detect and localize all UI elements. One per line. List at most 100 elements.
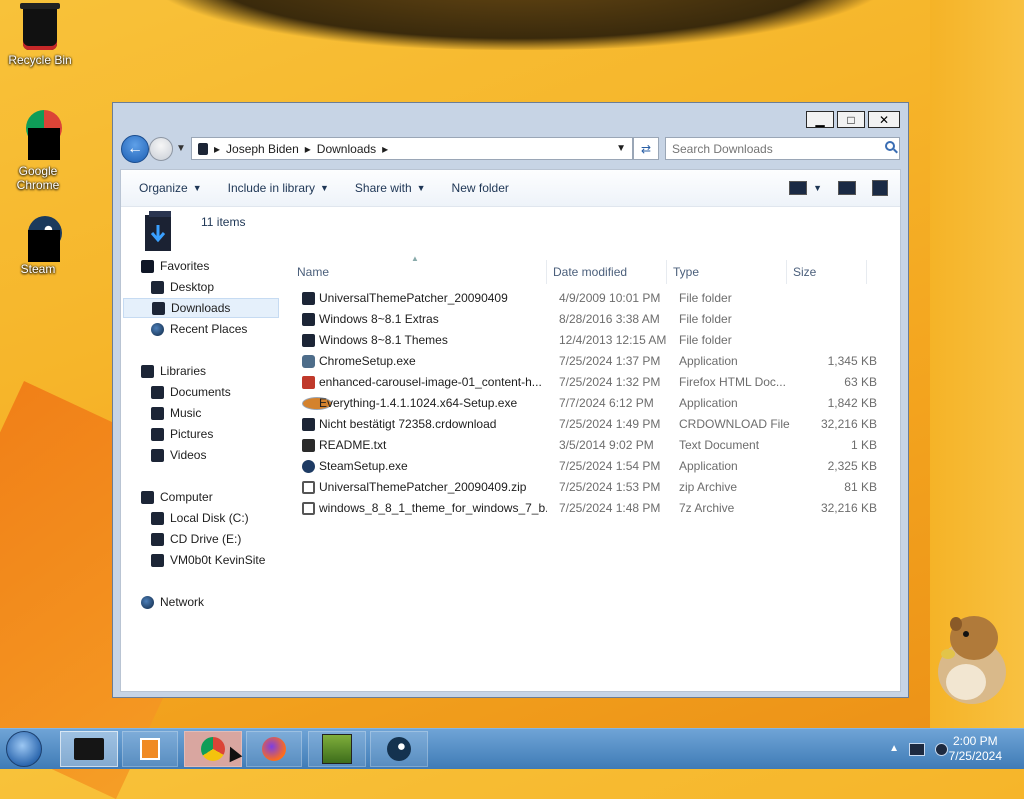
file-date: 7/25/2024 1:49 PM (559, 417, 661, 431)
desktop-icon-steam[interactable]: Steam (0, 214, 76, 276)
file-name: UniversalThemePatcher_20090409.zip (319, 480, 527, 494)
show-hidden-icons-icon[interactable]: ▲ (889, 743, 899, 756)
nav-label: Pictures (170, 427, 214, 441)
minimize-button[interactable]: ▁ (806, 111, 834, 128)
folder-icon (302, 334, 315, 347)
downloads-icon (152, 301, 165, 315)
wallpaper-dark-arc (150, 0, 890, 50)
column-header-size[interactable]: Size (787, 260, 867, 284)
nav-downloads[interactable]: Downloads (123, 298, 279, 318)
file-row[interactable]: Windows 8~8.1 Extras 8/28/2016 3:38 AM F… (291, 309, 891, 330)
refresh-button[interactable]: ⇄ (633, 137, 659, 160)
search-input[interactable] (665, 137, 900, 160)
details-header: 11 items (121, 207, 900, 257)
file-size: 1,842 KB (827, 396, 877, 410)
desktop-icon-label: Google Chrome (16, 164, 60, 192)
include-in-library-menu[interactable]: Include in library ▼ (228, 181, 329, 195)
organize-menu[interactable]: Organize ▼ (139, 181, 202, 195)
nav-libraries[interactable]: Libraries (141, 361, 206, 381)
desktop-icon-recycle-bin[interactable]: Recycle Bin (2, 3, 78, 67)
file-row[interactable]: README.txt 3/5/2014 9:02 PM Text Documen… (291, 435, 891, 456)
new-folder-button[interactable]: New folder (452, 181, 509, 195)
column-header-name[interactable]: Name (291, 260, 547, 284)
file-row[interactable]: windows_8_8_1_theme_for_windows_7_b... 7… (291, 498, 891, 519)
zip-icon (302, 481, 315, 494)
address-dropdown-icon[interactable]: ▼ (616, 143, 626, 154)
nav-network[interactable]: Network (141, 592, 204, 612)
box-game-icon (322, 734, 352, 764)
file-date: 4/9/2009 10:01 PM (559, 291, 661, 305)
start-button[interactable] (6, 731, 42, 767)
nav-desktop[interactable]: Desktop (151, 277, 214, 297)
desktop-icon-google-chrome[interactable]: Google Chrome (0, 110, 76, 192)
nav-favorites[interactable]: Favorites (141, 256, 209, 276)
steam-icon (387, 737, 411, 761)
folder-icon (198, 142, 208, 155)
nav-videos[interactable]: Videos (151, 445, 206, 465)
cd-drive-icon (151, 532, 164, 546)
file-date: 7/25/2024 1:37 PM (559, 354, 661, 368)
search-icon[interactable] (885, 141, 895, 151)
nav-pictures[interactable]: Pictures (151, 424, 213, 444)
address-field[interactable]: ▸ Joseph Biden ▸ Downloads ▸ ▼ (191, 137, 633, 160)
nav-music[interactable]: Music (151, 403, 201, 423)
share-with-menu[interactable]: Share with ▼ (355, 181, 426, 195)
taskbar-explorer-button[interactable] (60, 731, 118, 767)
preview-pane-icon[interactable] (838, 181, 856, 195)
volume-icon[interactable] (935, 743, 948, 756)
change-view-button[interactable]: ▼ (789, 181, 822, 195)
nav-documents[interactable]: Documents (151, 382, 231, 402)
system-clock[interactable]: 2:00 PM 7/25/2024 (949, 734, 1002, 764)
file-name: Windows 8~8.1 Extras (319, 312, 439, 326)
breadcrumb-user[interactable]: Joseph Biden (226, 142, 299, 156)
taskbar-media-player-button[interactable] (122, 731, 178, 767)
chevron-down-icon: ▼ (320, 183, 329, 193)
file-row[interactable]: enhanced-carousel-image-01_content-h... … (291, 372, 891, 393)
libraries-icon (141, 364, 154, 378)
file-name: SteamSetup.exe (319, 459, 408, 473)
downloads-folder-icon (145, 211, 171, 251)
taskbar-firefox-button[interactable] (246, 731, 302, 767)
nav-recent-places[interactable]: Recent Places (151, 319, 247, 339)
recent-places-icon (151, 322, 164, 336)
forward-button[interactable] (149, 137, 173, 161)
file-type: Text Document (679, 438, 760, 452)
recent-pages-dropdown[interactable]: ▼ (176, 143, 186, 154)
documents-icon (151, 385, 164, 399)
column-header-date[interactable]: Date modified (547, 260, 667, 284)
folder-icon (302, 313, 315, 326)
maximize-button[interactable]: □ (837, 111, 865, 128)
nav-label: Favorites (160, 259, 210, 273)
taskbar-steam-button[interactable] (370, 731, 428, 767)
nav-computer[interactable]: Computer (141, 487, 213, 507)
nav-network-share[interactable]: VM0b0t KevinSite (151, 550, 265, 570)
file-row[interactable]: Windows 8~8.1 Themes 12/4/2013 12:15 AM … (291, 330, 891, 351)
file-row[interactable]: UniversalThemePatcher_20090409.zip 7/25/… (291, 477, 891, 498)
column-header-type[interactable]: Type (667, 260, 787, 284)
taskbar-box-game-button[interactable] (308, 731, 366, 767)
address-bar-row: ← ▼ ▸ Joseph Biden ▸ Downloads ▸ ▼ ⇄ (121, 135, 900, 165)
nav-label: Local Disk (C:) (170, 511, 249, 525)
file-row[interactable]: Nicht bestätigt 72358.crdownload 7/25/20… (291, 414, 891, 435)
close-button[interactable]: ✕ (868, 111, 900, 128)
network-drive-icon (151, 553, 164, 567)
file-date: 7/25/2024 1:53 PM (559, 480, 661, 494)
network-status-icon[interactable] (909, 743, 925, 756)
chevron-down-icon: ▼ (192, 183, 202, 193)
nav-local-disk[interactable]: Local Disk (C:) (151, 508, 249, 528)
file-type: CRDOWNLOAD File (679, 417, 790, 431)
hamster-mascot-icon (938, 616, 1006, 704)
nav-cd-drive[interactable]: CD Drive (E:) (151, 529, 241, 549)
file-row[interactable]: SteamSetup.exe 7/25/2024 1:54 PM Applica… (291, 456, 891, 477)
file-row[interactable]: ChromeSetup.exe 7/25/2024 1:37 PM Applic… (291, 351, 891, 372)
folder-icon (302, 292, 315, 305)
file-date: 8/28/2016 3:38 AM (559, 312, 660, 326)
file-row[interactable]: Everything-1.4.1.1024.x64-Setup.exe 7/7/… (291, 393, 891, 414)
file-date: 3/5/2014 9:02 PM (559, 438, 654, 452)
breadcrumb-downloads[interactable]: Downloads (317, 142, 376, 156)
back-button[interactable]: ← (121, 135, 149, 163)
nav-label: Recent Places (170, 322, 248, 336)
file-name: ChromeSetup.exe (319, 354, 416, 368)
help-icon[interactable] (872, 180, 888, 196)
file-row[interactable]: UniversalThemePatcher_20090409 4/9/2009 … (291, 288, 891, 309)
